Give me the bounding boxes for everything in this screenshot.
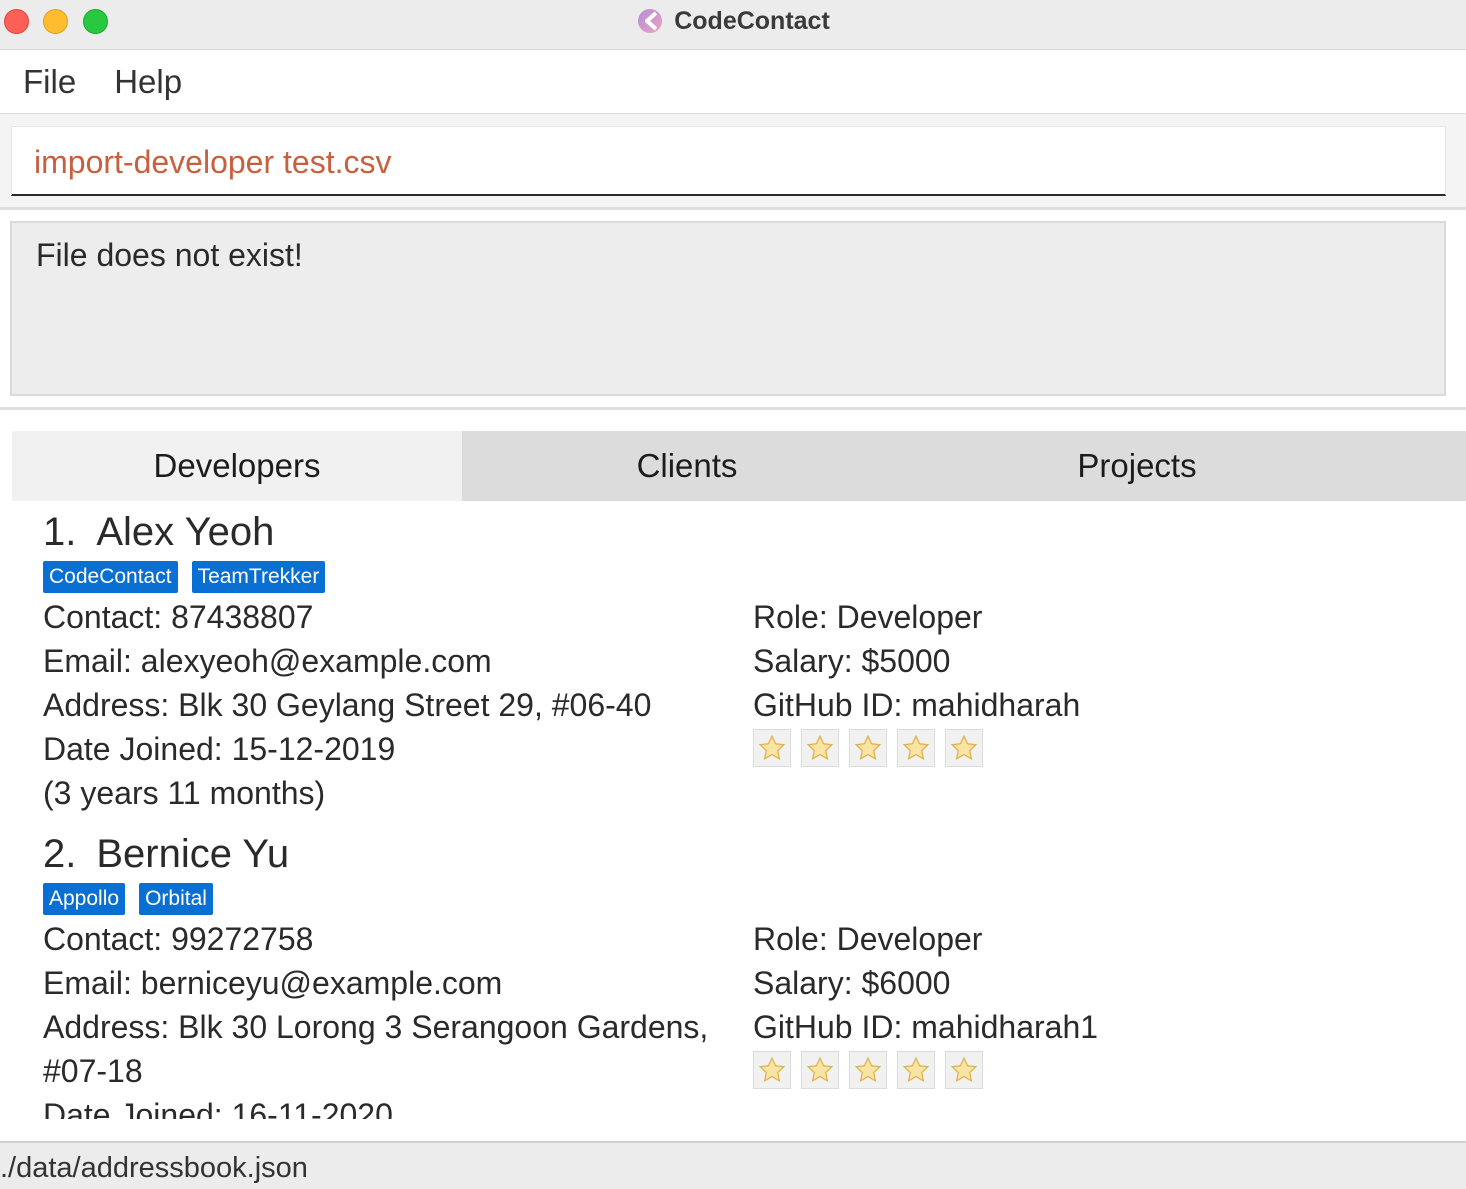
command-box-container	[0, 114, 1466, 210]
title-bar: CodeContact	[0, 0, 1466, 50]
codecontact-logo-icon	[638, 9, 663, 33]
menu-file[interactable]: File	[23, 63, 76, 101]
star-icon	[945, 1051, 983, 1089]
project-tag: Orbital	[139, 883, 213, 915]
developer-role: Role: Developer	[753, 599, 983, 635]
developer-name: Bernice Yu	[96, 832, 290, 876]
star-icon	[945, 729, 983, 767]
project-tags: CodeContact TeamTrekker	[43, 561, 1466, 593]
developer-github: GitHub ID: mahidharah1	[753, 1009, 1099, 1045]
star-icon	[753, 1051, 791, 1089]
developer-card[interactable]: 2. Bernice Yu Appollo Orbital Contact: 9…	[12, 823, 1466, 1119]
developer-card[interactable]: 1. Alex Yeoh CodeContact TeamTrekker Con…	[12, 501, 1466, 815]
star-icon	[897, 729, 935, 767]
developer-header: 2. Bernice Yu	[43, 823, 1466, 877]
project-tag: TeamTrekker	[191, 561, 326, 593]
star-icon	[849, 729, 887, 767]
developer-date-joined: Date Joined: 15-12-2019	[43, 731, 396, 767]
project-tag: CodeContact	[43, 561, 178, 593]
rating-stars	[753, 1051, 1453, 1089]
developer-salary: Salary: $6000	[753, 965, 951, 1001]
star-icon	[801, 1051, 839, 1089]
tab-bar: Developers Clients Projects	[12, 431, 1466, 501]
menu-help[interactable]: Help	[114, 63, 182, 101]
developer-name: Alex Yeoh	[96, 510, 275, 554]
tab-projects[interactable]: Projects	[912, 431, 1466, 501]
tab-developers[interactable]: Developers	[12, 431, 462, 501]
developer-github: GitHub ID: mahidharah	[753, 687, 1081, 723]
result-display[interactable]: File does not exist!	[10, 221, 1446, 396]
developer-index: 2.	[43, 832, 77, 876]
tab-clients[interactable]: Clients	[462, 431, 912, 501]
developer-email: Email: berniceyu@example.com	[43, 965, 503, 1001]
star-icon	[849, 1051, 887, 1089]
developer-address-continued: #07-18	[43, 1053, 143, 1089]
developer-address: Address: Blk 30 Lorong 3 Serangoon Garde…	[43, 1009, 709, 1045]
star-icon	[897, 1051, 935, 1089]
window-title: CodeContact	[0, 0, 1466, 42]
project-tags: Appollo Orbital	[43, 883, 1466, 915]
result-message: File does not exist!	[36, 237, 303, 273]
developer-date-joined: Date Joined: 16-11-2020	[43, 1097, 393, 1119]
developer-tenure: (3 years 11 months)	[43, 775, 326, 811]
developer-contact: Contact: 99272758	[43, 921, 314, 957]
star-icon	[801, 729, 839, 767]
status-bar: ./data/addressbook.json	[0, 1141, 1466, 1189]
command-input[interactable]	[34, 127, 1424, 197]
developer-header: 1. Alex Yeoh	[43, 501, 1466, 555]
project-tag: Appollo	[43, 883, 126, 915]
developer-address: Address: Blk 30 Geylang Street 29, #06-4…	[43, 687, 652, 723]
developer-email: Email: alexyeoh@example.com	[43, 643, 492, 679]
rating-stars	[753, 729, 1453, 767]
save-location-path: ./data/addressbook.json	[0, 1152, 308, 1184]
menu-bar: File Help	[0, 50, 1466, 114]
result-display-container: File does not exist!	[0, 210, 1466, 410]
developer-salary: Salary: $5000	[753, 643, 951, 679]
star-icon	[753, 729, 791, 767]
developer-list[interactable]: 1. Alex Yeoh CodeContact TeamTrekker Con…	[12, 501, 1466, 1119]
developer-index: 1.	[43, 510, 77, 554]
command-box	[11, 126, 1446, 197]
app-title-text: CodeContact	[674, 6, 830, 35]
developer-role: Role: Developer	[753, 921, 983, 957]
developer-contact: Contact: 87438807	[43, 599, 314, 635]
